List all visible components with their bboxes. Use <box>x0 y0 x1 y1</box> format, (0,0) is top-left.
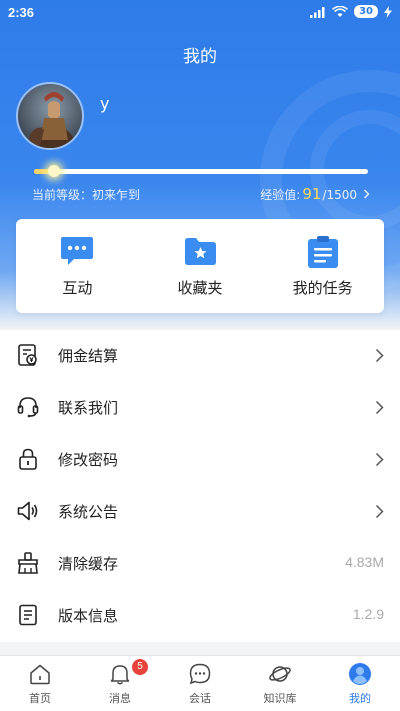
quick-actions-card: 互动 收藏夹 我的任务 <box>16 219 384 313</box>
menu-item-version[interactable]: 版本信息 1.2.9 <box>0 590 400 642</box>
version-value: 1.2.9 <box>352 606 384 622</box>
menu-item-announcements[interactable]: 系统公告 <box>0 486 400 538</box>
chevron-right-icon <box>375 348 384 363</box>
signal-icon <box>310 6 325 18</box>
battery-icon: 30 <box>354 5 378 18</box>
tab-label: 会话 <box>189 692 211 705</box>
bottom-tab-bar: 首页 5 消息 会话 知识库 我的 <box>0 655 400 711</box>
tab-knowledge-base[interactable]: 知识库 <box>240 656 320 711</box>
tab-messages[interactable]: 5 消息 <box>80 656 160 711</box>
tab-label: 首页 <box>29 692 51 705</box>
exp-max: /1500 <box>322 188 357 202</box>
username: y <box>100 94 110 113</box>
home-icon <box>30 664 50 685</box>
quick-action-label: 互动 <box>62 279 93 297</box>
planet-icon <box>269 666 291 682</box>
commission-doc-icon <box>18 344 37 366</box>
tab-label: 我的 <box>349 692 371 705</box>
chevron-right-icon <box>375 400 384 415</box>
menu-item-commission[interactable]: 佣金结算 <box>0 330 400 382</box>
lock-icon <box>19 448 37 470</box>
exp-label: 经验值: <box>260 188 301 202</box>
status-time: 2:36 <box>8 5 35 20</box>
menu-item-contact[interactable]: 联系我们 <box>0 382 400 434</box>
menu-item-change-password[interactable]: 修改密码 <box>0 434 400 486</box>
chevron-right-icon <box>375 452 384 467</box>
menu-label: 佣金结算 <box>58 347 119 365</box>
tab-label: 知识库 <box>263 692 297 705</box>
menu-label: 系统公告 <box>58 503 119 521</box>
wifi-icon <box>332 5 349 17</box>
page-title: 我的 <box>183 47 217 67</box>
bell-icon <box>110 665 130 685</box>
status-bar: 2:36 30 <box>0 0 400 26</box>
tab-label: 消息 <box>109 692 131 705</box>
exp-summary[interactable]: 经验值: 91 /1500 <box>260 185 370 203</box>
user-icon <box>349 663 371 685</box>
current-level: 当前等级：初来乍到 <box>32 188 141 202</box>
tab-conversations[interactable]: 会话 <box>160 656 240 711</box>
quick-action-interact[interactable]: 互动 <box>16 219 139 313</box>
settings-menu: 佣金结算 联系我们 修改密码 系统公告 清除缓存 4.83M 版本信息 1.2.… <box>0 330 400 642</box>
document-icon <box>19 604 37 626</box>
chevron-right-icon <box>375 504 384 519</box>
broom-icon <box>18 552 38 574</box>
folder-star-icon <box>183 235 217 271</box>
menu-item-clear-cache[interactable]: 清除缓存 4.83M <box>0 538 400 590</box>
menu-label: 联系我们 <box>58 399 119 417</box>
exp-value: 91 <box>302 185 322 203</box>
speaker-icon <box>17 501 38 521</box>
exp-progress-bar <box>34 165 368 177</box>
status-icons: 30 <box>310 5 392 18</box>
menu-label: 修改密码 <box>58 451 119 469</box>
quick-action-tasks[interactable]: 我的任务 <box>261 219 384 313</box>
chat-bubble-icon <box>60 235 94 271</box>
exp-progress-knob <box>48 165 61 177</box>
chevron-right-icon <box>363 188 370 202</box>
avatar-image <box>18 84 82 148</box>
charging-icon <box>384 5 392 18</box>
clipboard-icon <box>307 235 339 273</box>
quick-action-label: 收藏夹 <box>177 279 223 297</box>
avatar[interactable] <box>16 82 84 150</box>
tab-mine[interactable]: 我的 <box>320 656 400 711</box>
unread-badge: 5 <box>132 659 148 675</box>
cache-size-value: 4.83M <box>345 554 384 570</box>
quick-action-label: 我的任务 <box>292 279 353 297</box>
menu-label: 清除缓存 <box>58 555 119 573</box>
tab-home[interactable]: 首页 <box>0 656 80 711</box>
quick-action-favorites[interactable]: 收藏夹 <box>139 219 262 313</box>
headset-icon <box>17 397 39 418</box>
chat-icon <box>189 663 211 685</box>
menu-label: 版本信息 <box>58 607 119 625</box>
